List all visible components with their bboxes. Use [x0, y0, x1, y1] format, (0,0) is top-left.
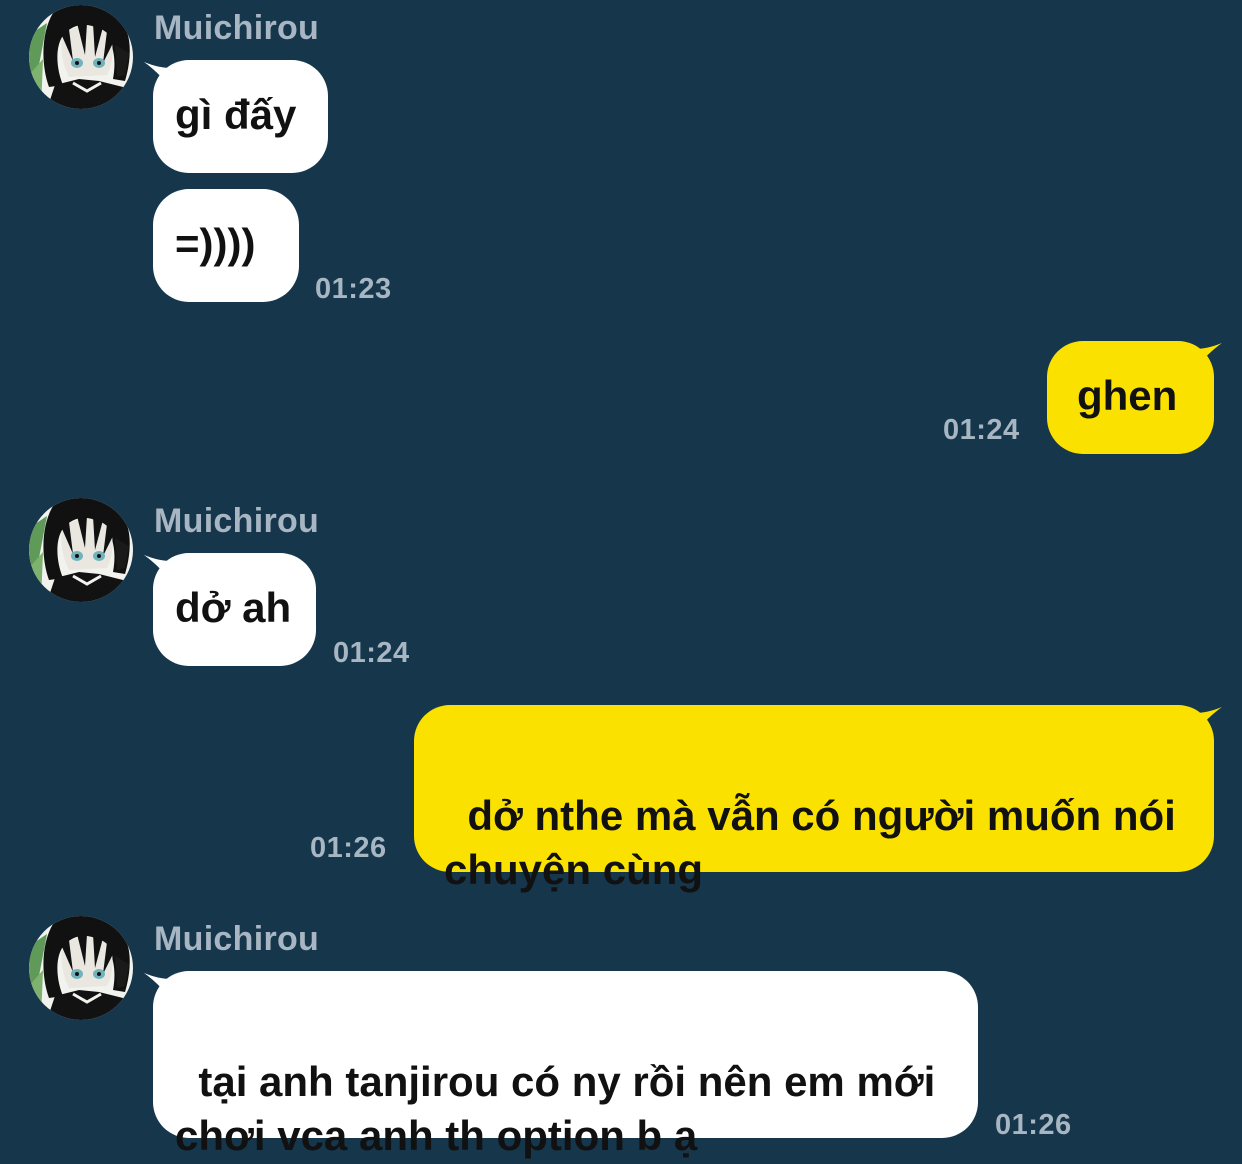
message-timestamp: 01:26	[310, 832, 387, 864]
message-text: tại anh tanjirou có ny rồi nên em mới ch…	[175, 1058, 936, 1159]
message-bubble-incoming[interactable]: gì đấy	[153, 60, 328, 173]
message-bubble-incoming[interactable]: dở ah	[153, 553, 316, 666]
message-timestamp: 01:23	[315, 273, 392, 305]
contact-avatar[interactable]	[29, 498, 133, 602]
message-timestamp: 01:24	[333, 637, 410, 669]
message-text: ghen	[1077, 372, 1178, 419]
contact-avatar[interactable]	[29, 916, 133, 1020]
message-text: gì đấy	[175, 91, 297, 138]
message-text: dở ah	[175, 584, 292, 631]
message-bubble-outgoing[interactable]: dở nthe mà vẫn có người muốn nói chuyện …	[414, 705, 1214, 893]
message-bubble-incoming[interactable]: tại anh tanjirou có ny rồi nên em mới ch…	[153, 971, 978, 1159]
bubble-tail	[1194, 343, 1222, 371]
message-text: dở nthe mà vẫn có người muốn nói chuyện …	[444, 792, 1176, 893]
sender-name: Muichirou	[154, 9, 320, 47]
message-timestamp: 01:26	[995, 1109, 1072, 1141]
message-bubble-incoming[interactable]: =))))	[153, 189, 299, 302]
message-timestamp: 01:24	[943, 414, 1020, 446]
sender-name: Muichirou	[154, 502, 320, 540]
bubble-tail	[1194, 707, 1222, 735]
message-bubble-outgoing[interactable]: ghen	[1047, 341, 1214, 454]
contact-avatar[interactable]	[29, 5, 133, 109]
message-text: =))))	[175, 220, 256, 267]
sender-name: Muichirou	[154, 920, 320, 958]
